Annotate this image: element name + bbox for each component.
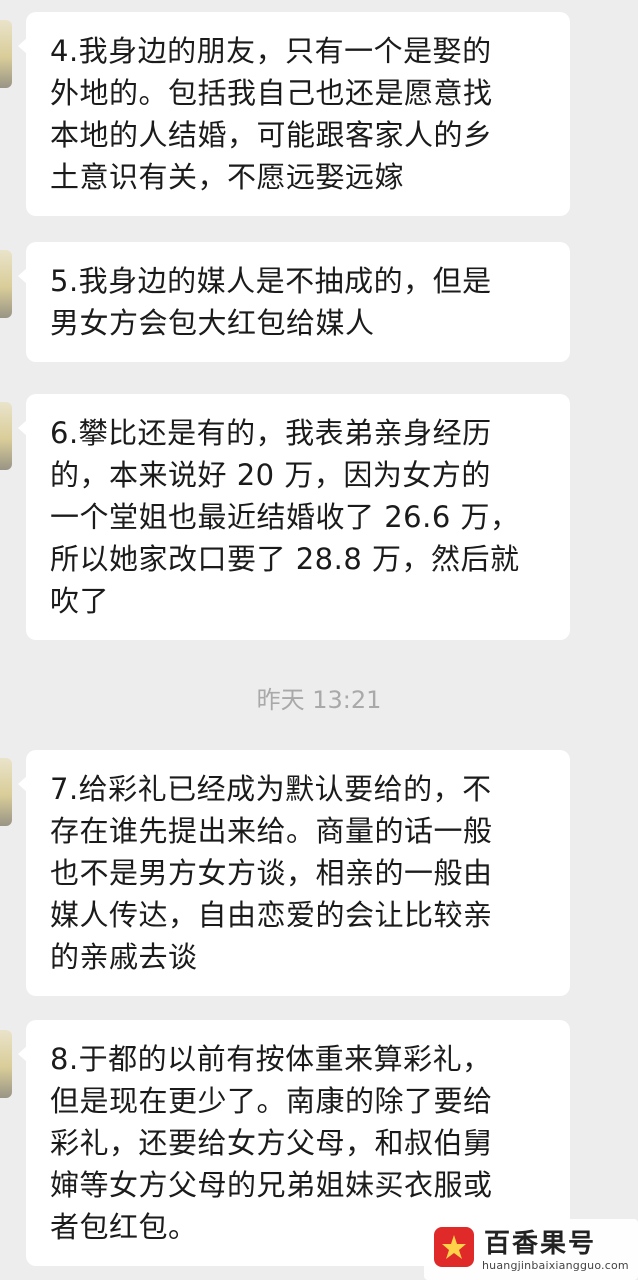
message-bubble[interactable]: 7.给彩礼已经成为默认要给的，不 存在谁先提出来给。商量的话一般 也不是男方女方… (18, 750, 570, 996)
message-text: 媒人传达，自由恋爱的会让比较亲 (50, 898, 493, 932)
message-text: 存在谁先提出来给。商量的话一般 (50, 814, 493, 848)
message-text: 婶等女方父母的兄弟姐妹买衣服或 (50, 1168, 493, 1202)
message-text: 土意识有关，不愿远娶远嫁 (50, 160, 405, 194)
message-text: 吹了 (50, 584, 110, 618)
message-bubble[interactable]: 5.我身边的媒人是不抽成的，但是 男女方会包大红包给媒人 (18, 242, 570, 362)
message-text: 本地的人结婚，可能跟客家人的乡 (50, 118, 493, 152)
message-text: 但是现在更少了。南康的除了要给 (50, 1084, 493, 1118)
message-text: 也不是男方女方谈，相亲的一般由 (50, 856, 493, 890)
message-text: 的，本来说好 20 万，因为女方的 (50, 458, 491, 492)
message-text: 一个堂姐也最近结婚收了 26.6 万， (50, 500, 520, 534)
message-bubble[interactable]: 4.我身边的朋友，只有一个是娶的 外地的。包括我自己也还是愿意找 本地的人结婚，… (18, 12, 570, 216)
message-text: 的亲戚去谈 (50, 940, 198, 974)
message-bubble[interactable]: 6.攀比还是有的，我表弟亲身经历 的，本来说好 20 万，因为女方的 一个堂姐也… (18, 394, 570, 640)
star-logo-icon (434, 1227, 474, 1267)
sender-avatar[interactable] (0, 250, 12, 318)
sender-avatar[interactable] (0, 758, 12, 826)
message-text: 5.我身边的媒人是不抽成的，但是 (50, 264, 492, 298)
watermark: 百香果号 huangjinbaixiangguo.com (424, 1219, 638, 1280)
message-text: 外地的。包括我自己也还是愿意找 (50, 76, 493, 110)
chat-timestamp: 昨天 13:21 (256, 686, 382, 714)
message-text: 4.我身边的朋友，只有一个是娶的 (50, 34, 492, 68)
message-text: 6.攀比还是有的，我表弟亲身经历 (50, 416, 492, 450)
message-text: 8.于都的以前有按体重来算彩礼， (50, 1042, 492, 1076)
watermark-name: 百香果号 (484, 1229, 597, 1259)
message-text: 男女方会包大红包给媒人 (50, 306, 375, 340)
sender-avatar[interactable] (0, 402, 12, 470)
sender-avatar[interactable] (0, 1030, 12, 1098)
message-text: 彩礼，还要给女方父母，和叔伯舅 (50, 1126, 493, 1160)
watermark-url: huangjinbaixiangguo.com (482, 1259, 629, 1272)
message-text: 7.给彩礼已经成为默认要给的，不 (50, 772, 492, 806)
message-text: 所以她家改口要了 28.8 万，然后就 (50, 542, 520, 576)
sender-avatar[interactable] (0, 20, 12, 88)
